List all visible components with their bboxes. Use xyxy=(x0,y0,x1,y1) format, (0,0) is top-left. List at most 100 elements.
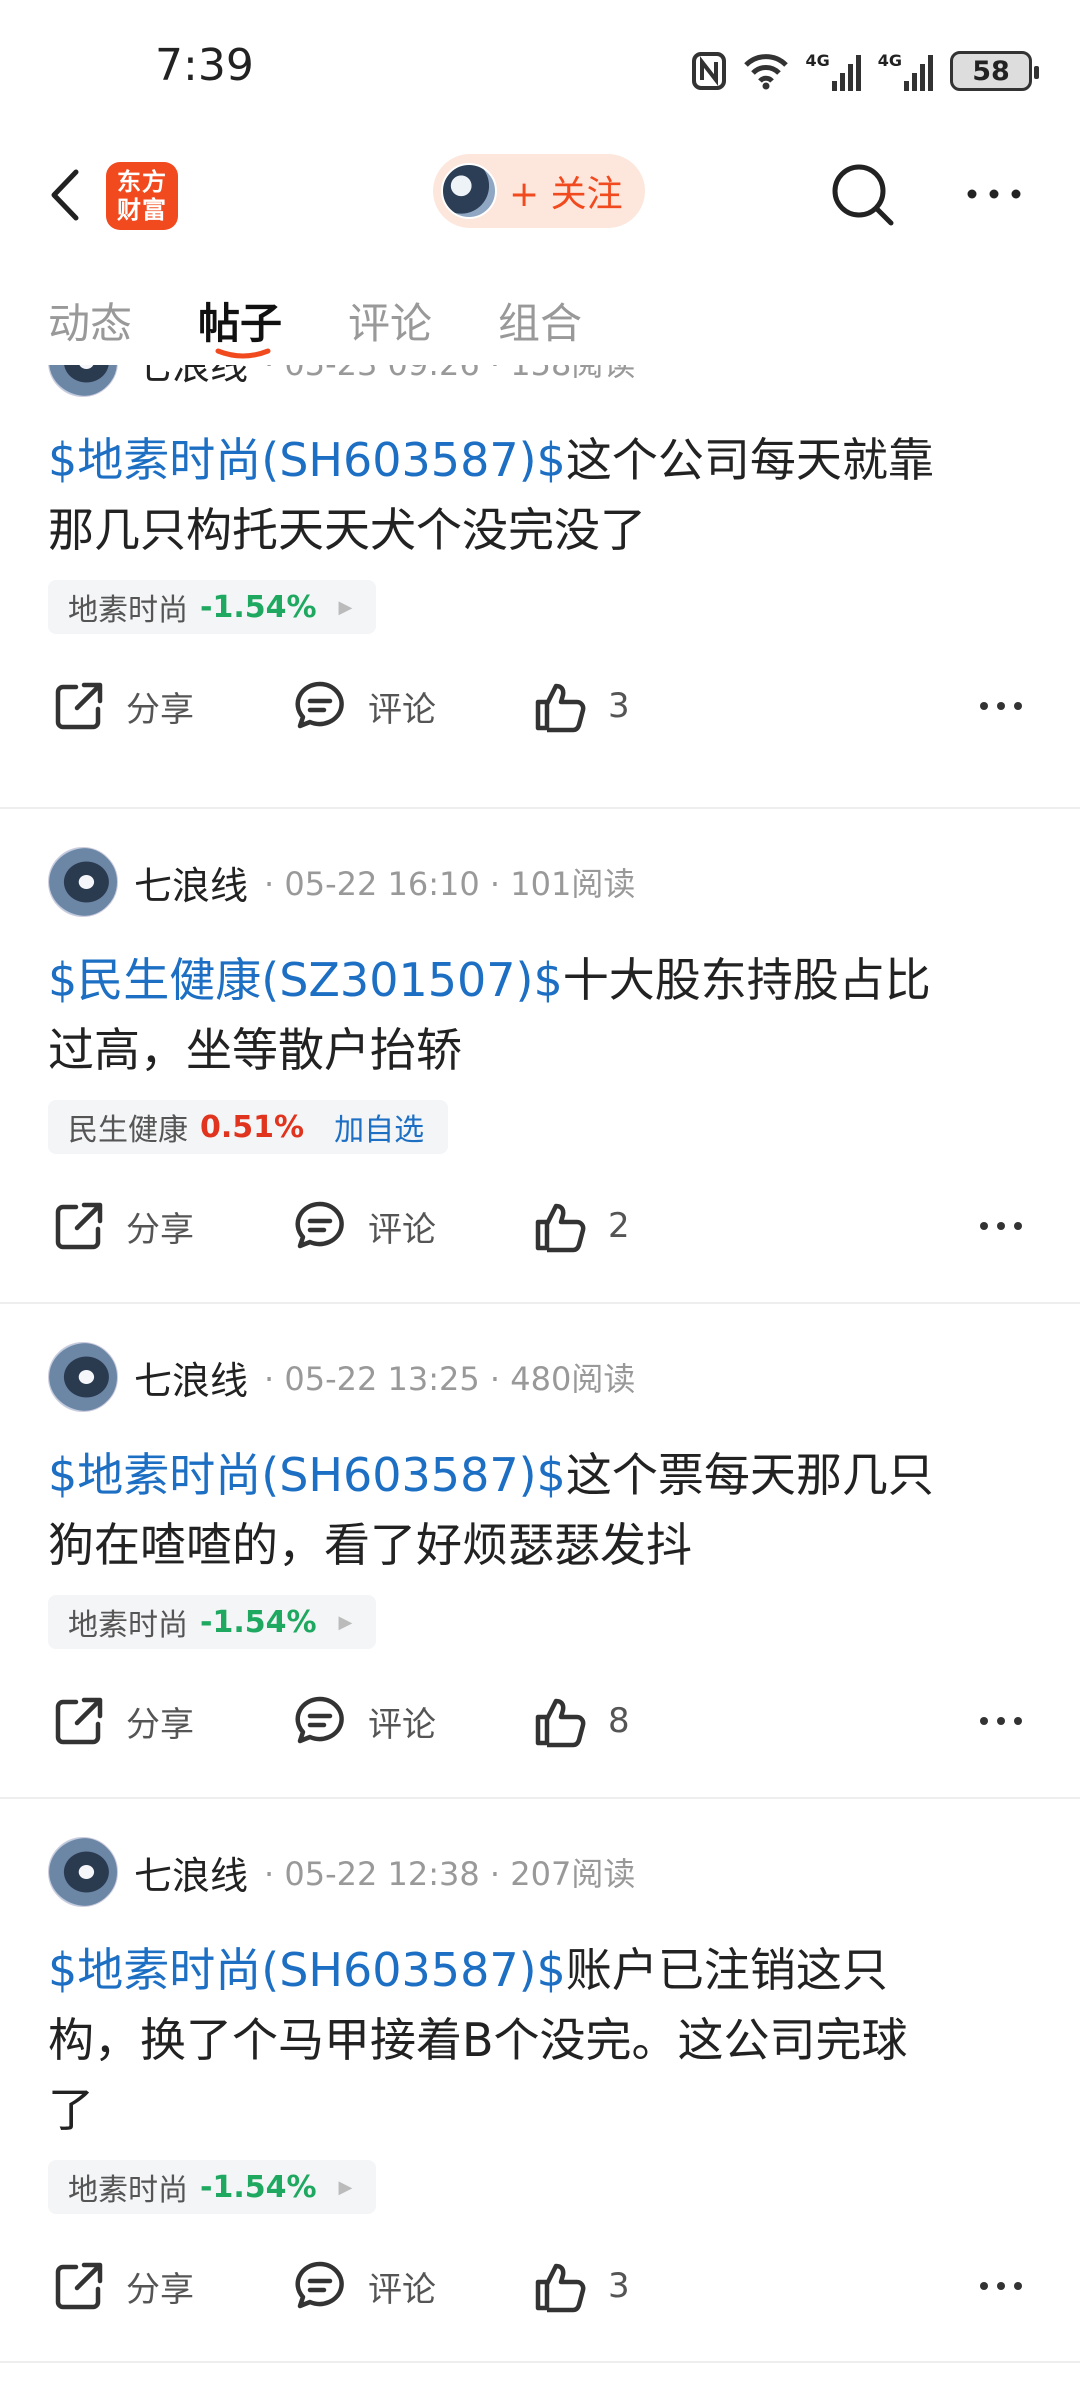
post-text-line2: 过高，坐等散户抬轿 xyxy=(48,1023,462,1077)
more-icon[interactable] xyxy=(978,2279,1024,2293)
add-watchlist-button[interactable]: 加自选 xyxy=(334,1105,424,1149)
share-button[interactable]: 分享 xyxy=(52,2251,194,2321)
post-header: 七浪线 · 05-23 09:26 · 158阅读 xyxy=(48,365,635,399)
comment-button[interactable]: 评论 xyxy=(292,2251,436,2321)
like-count: 8 xyxy=(608,1701,630,1741)
tab-portfolio[interactable]: 组合 xyxy=(498,290,582,351)
author-name[interactable]: 七浪线 xyxy=(134,1845,248,1900)
chevron-right-icon: ▶ xyxy=(338,1611,353,1633)
like-count: 2 xyxy=(608,1206,630,1246)
post-feed[interactable]: 七浪线 · 05-23 09:26 · 158阅读 $地素时尚(SH603587… xyxy=(0,365,1080,2386)
like-button[interactable]: 3 xyxy=(532,2251,630,2321)
top-nav: 东方 财富 + 关注 xyxy=(0,140,1080,250)
stock-link[interactable]: $地素时尚(SH603587)$ xyxy=(48,1448,566,1502)
stock-link[interactable]: $民生健康(SZ301507)$ xyxy=(48,953,563,1007)
post-actions: 分享 评论 3 xyxy=(0,671,1080,741)
stock-chip[interactable]: 民生健康 0.51% 加自选 xyxy=(48,1100,449,1154)
divider xyxy=(0,807,1080,809)
post-text-line1: 这个票每天那几只 xyxy=(565,1448,934,1502)
more-icon[interactable] xyxy=(978,1714,1024,1728)
chip-stock-name: 民生健康 xyxy=(68,1113,188,1148)
chip-stock-name: 地素时尚 xyxy=(68,593,188,628)
share-label: 分享 xyxy=(126,1704,194,1745)
comment-button[interactable]: 评论 xyxy=(292,1686,436,1756)
nfc-icon xyxy=(692,52,727,90)
avatar[interactable] xyxy=(48,847,118,917)
author-name[interactable]: 七浪线 xyxy=(134,1350,248,1405)
author-name[interactable]: 七浪线 xyxy=(134,365,248,390)
avatar[interactable] xyxy=(48,365,118,397)
follow-label: + 关注 xyxy=(509,174,623,215)
like-button[interactable]: 8 xyxy=(532,1686,630,1756)
author-name[interactable]: 七浪线 xyxy=(134,855,248,910)
post-text-line1: 账户已注销这只 xyxy=(565,1943,888,1997)
share-icon xyxy=(55,2262,103,2310)
battery-icon: 58 xyxy=(950,51,1039,91)
post-meta: · 05-23 09:26 · 158阅读 xyxy=(264,365,635,385)
tab-dynamics[interactable]: 动态 xyxy=(48,290,132,351)
search-icon[interactable] xyxy=(826,158,898,230)
post-text-line3: 了 xyxy=(48,2083,94,2137)
thumbs-up-icon xyxy=(535,1698,586,1748)
chip-change-pct: -1.54% xyxy=(200,2169,317,2205)
more-icon[interactable] xyxy=(978,1219,1024,1233)
comment-icon xyxy=(295,1201,344,1249)
post-body[interactable]: $民生健康(SZ301507)$十大股东持股占比 过高，坐等散户抬轿 xyxy=(48,945,1008,1085)
like-button[interactable]: 3 xyxy=(532,671,630,741)
share-icon xyxy=(55,1697,103,1745)
comment-button[interactable]: 评论 xyxy=(292,1191,436,1261)
follow-button[interactable]: + 关注 xyxy=(433,154,645,228)
more-icon[interactable] xyxy=(978,699,1024,713)
chip-stock-name: 地素时尚 xyxy=(68,1608,188,1643)
stock-chip[interactable]: 地素时尚 -1.54% ▶ xyxy=(48,580,377,634)
share-button[interactable]: 分享 xyxy=(52,1686,194,1756)
chevron-right-icon: ▶ xyxy=(338,596,353,618)
post-header: 七浪线 · 05-22 13:25 · 480阅读 xyxy=(48,1340,635,1414)
tab-comments[interactable]: 评论 xyxy=(348,290,432,351)
battery-level: 58 xyxy=(972,55,1010,87)
share-icon xyxy=(55,1202,103,1250)
post-meta: · 05-22 12:38 · 207阅读 xyxy=(264,1855,636,1893)
signal-icon: 4G xyxy=(805,51,861,91)
comment-label: 评论 xyxy=(368,689,436,730)
share-button[interactable]: 分享 xyxy=(52,671,194,741)
chip-stock-name: 地素时尚 xyxy=(68,2173,188,2208)
avatar[interactable] xyxy=(48,1342,118,1412)
comment-icon xyxy=(295,1696,344,1744)
post-text-line2: 构，换了个马甲接着B个没完。这公司完球 xyxy=(48,2013,908,2067)
tab-bar: 动态 帖子 评论 组合 xyxy=(0,280,1080,360)
thumbs-up-icon xyxy=(535,1203,586,1253)
post-actions: 分享 评论 3 xyxy=(0,2251,1080,2321)
share-label: 分享 xyxy=(126,2269,194,2310)
comment-label: 评论 xyxy=(368,2269,436,2310)
post-body[interactable]: $地素时尚(SH603587)$账户已注销这只 构，换了个马甲接着B个没完。这公… xyxy=(48,1935,1008,2145)
post-body[interactable]: $地素时尚(SH603587)$这个公司每天就靠 那几只构托天天犬个没完没了 xyxy=(48,425,1008,565)
post-body[interactable]: $地素时尚(SH603587)$这个票每天那几只 狗在喳喳的，看了好烦瑟瑟发抖 xyxy=(48,1440,1008,1580)
stock-chip[interactable]: 地素时尚 -1.54% ▶ xyxy=(48,1595,377,1649)
stock-chip[interactable]: 地素时尚 -1.54% ▶ xyxy=(48,2160,377,2214)
post-header: 七浪线 · 05-22 12:38 · 207阅读 xyxy=(48,1835,635,1909)
status-icons: 4G 4G 58 xyxy=(691,48,1039,94)
more-icon[interactable] xyxy=(964,182,1024,206)
stock-link[interactable]: $地素时尚(SH603587)$ xyxy=(48,1943,566,1997)
chevron-right-icon: ▶ xyxy=(338,2176,353,2198)
post-text-line2: 狗在喳喳的，看了好烦瑟瑟发抖 xyxy=(48,1518,692,1572)
app-logo[interactable]: 东方 财富 xyxy=(106,162,178,230)
divider xyxy=(0,2361,1080,2363)
post-meta: · 05-22 16:10 · 101阅读 xyxy=(264,865,636,903)
tab-posts[interactable]: 帖子 xyxy=(198,290,282,351)
like-button[interactable]: 2 xyxy=(532,1191,630,1261)
back-icon[interactable] xyxy=(42,160,92,230)
share-button[interactable]: 分享 xyxy=(52,1191,194,1261)
avatar[interactable] xyxy=(48,1837,118,1907)
status-time: 7:39 xyxy=(155,40,254,91)
comment-button[interactable]: 评论 xyxy=(292,671,436,741)
share-label: 分享 xyxy=(126,1209,194,1250)
divider xyxy=(0,1797,1080,1799)
like-count: 3 xyxy=(608,2266,630,2306)
avatar xyxy=(441,163,497,219)
status-bar: 7:39 4G 4G 58 xyxy=(0,0,1080,130)
post-header: 七浪线 · 05-22 16:10 · 101阅读 xyxy=(48,845,635,919)
active-tab-indicator xyxy=(215,348,271,359)
stock-link[interactable]: $地素时尚(SH603587)$ xyxy=(48,433,566,487)
